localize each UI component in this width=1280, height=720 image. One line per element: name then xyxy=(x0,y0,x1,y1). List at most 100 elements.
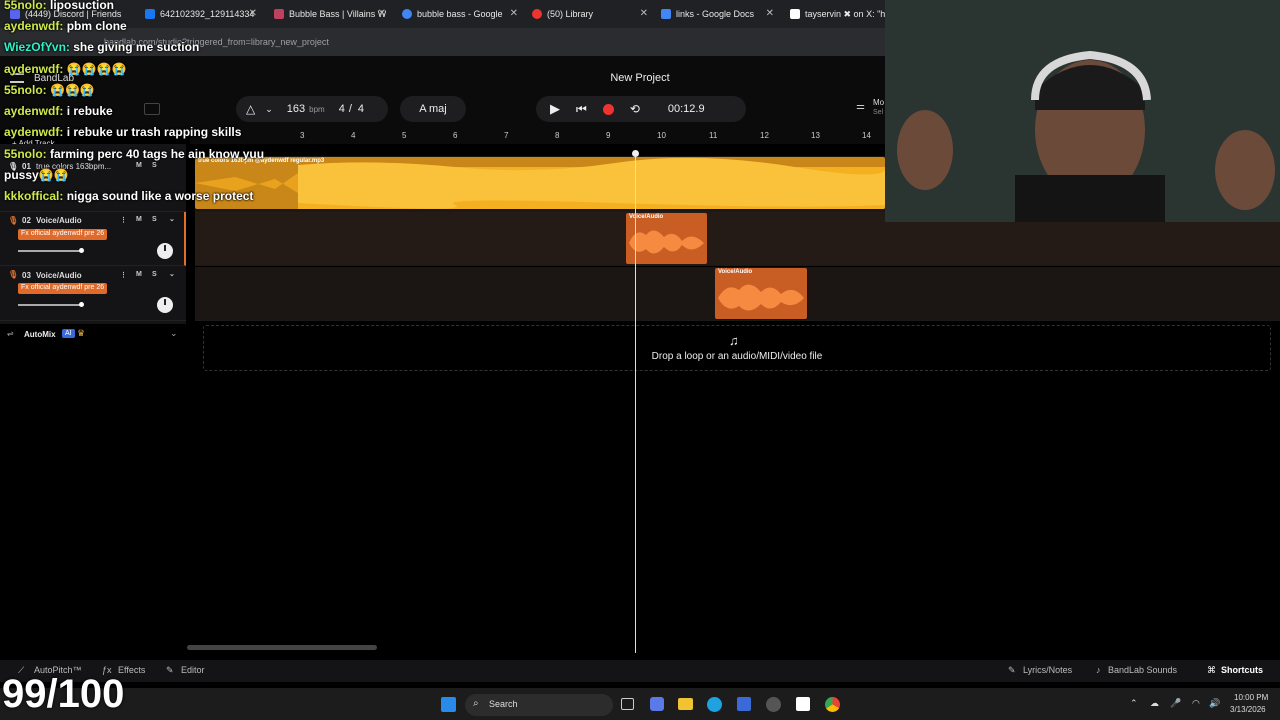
pan-knob[interactable] xyxy=(157,297,173,313)
fx-preset-badge[interactable]: Fx official aydenwdf pre 26 xyxy=(18,283,108,294)
horizontal-scrollbar[interactable] xyxy=(187,645,377,650)
track-header-3[interactable]: 🎙 03 Voice/Audio ⋮ M S ⌄ Fx official ayd… xyxy=(0,267,186,321)
x-icon xyxy=(790,9,800,19)
time-sig-den[interactable]: 4 xyxy=(358,103,364,115)
chat-message: aydenwdf: i rebuke ur trash rapping skil… xyxy=(4,125,242,139)
chevron-down-icon[interactable]: ⌄ xyxy=(169,215,175,223)
mixer-label[interactable]: Mo xyxy=(873,98,884,107)
chevron-down-icon[interactable]: ⌄ xyxy=(169,270,175,278)
play-icon[interactable]: ▶ xyxy=(550,101,560,117)
loop-icon[interactable]: ⟲ xyxy=(630,102,640,116)
solo-button[interactable]: S xyxy=(152,271,157,278)
task-view-icon[interactable] xyxy=(621,698,634,710)
mixer-icon[interactable]: ⚌ xyxy=(856,101,865,112)
record-icon[interactable] xyxy=(602,103,614,115)
bandlab-sounds-button[interactable]: BandLab Sounds xyxy=(1108,665,1177,675)
tab-google-search[interactable]: bubble bass - Google ✕ xyxy=(402,4,518,24)
taskbar-search-label: Search xyxy=(489,699,518,709)
editor-button[interactable]: Editor xyxy=(181,665,205,675)
file-explorer-icon[interactable] xyxy=(678,698,693,710)
automix-row[interactable]: ⇌ AutoMix AI ♛ ⌄ xyxy=(0,325,186,345)
clock-time[interactable]: 10:00 PM xyxy=(1234,693,1268,702)
time-sig-num[interactable]: 4 xyxy=(339,103,345,115)
region-label: Voice/Audio xyxy=(718,269,753,275)
chevron-down-icon[interactable]: ⌄ xyxy=(265,104,273,115)
pan-knob[interactable] xyxy=(157,243,173,259)
tab-bubble-bass[interactable]: Bubble Bass | Villains W ✕ xyxy=(274,4,386,24)
capcut-icon[interactable] xyxy=(796,697,810,711)
tab-library[interactable]: (50) Library ✕ xyxy=(532,4,648,24)
shortcuts-button[interactable]: Shortcuts xyxy=(1221,665,1263,675)
track-header-2[interactable]: 🎙 02 Voice/Audio ⋮ M S ⌄ Fx official ayd… xyxy=(0,212,186,266)
volume-handle[interactable] xyxy=(79,302,84,307)
drop-zone[interactable] xyxy=(203,325,1271,371)
track-header-1[interactable]: 🎙 01 true colors 163bpm... M S xyxy=(0,156,186,212)
edge-icon[interactable] xyxy=(707,697,722,712)
mute-button[interactable]: M xyxy=(136,271,142,278)
start-icon[interactable] xyxy=(441,697,456,712)
mic-tray-icon[interactable]: 🎤 xyxy=(1170,698,1181,709)
copilot-icon[interactable] xyxy=(650,697,664,711)
metronome-icon[interactable]: △ xyxy=(246,102,255,116)
piano-icon[interactable] xyxy=(144,103,160,115)
sounds-icon: ♪ xyxy=(1096,665,1101,675)
mute-button[interactable]: M xyxy=(136,216,142,223)
tempo-value[interactable]: 163 xyxy=(287,103,305,115)
ruler-tick: 8 xyxy=(555,131,560,140)
solo-button[interactable]: S xyxy=(152,216,157,223)
more-icon[interactable]: ⋮ xyxy=(120,216,127,224)
volume-slider[interactable] xyxy=(18,250,83,252)
mute-button[interactable]: M xyxy=(136,162,142,169)
chrome-icon[interactable] xyxy=(825,697,840,712)
tempo-unit: bpm xyxy=(309,104,325,114)
vocal-region-1[interactable]: Voice/Audio xyxy=(626,213,707,264)
key-selector[interactable]: A maj xyxy=(400,96,466,122)
onedrive-icon[interactable]: ☁ xyxy=(1150,698,1159,709)
shortcuts-icon: ⌘ xyxy=(1207,665,1216,675)
close-tab-icon[interactable]: ✕ xyxy=(766,8,774,19)
chat-message: kkkoffical: nigga sound like a worse pro… xyxy=(4,189,254,203)
ruler-tick: 3 xyxy=(300,131,305,140)
fx-preset-badge[interactable]: Fx official aydenwdf pre 26 xyxy=(18,229,108,240)
mixer-sublabel: Sel xyxy=(873,109,884,116)
automix-label: AutoMix xyxy=(24,330,56,339)
tempo-control: △ ⌄ 163 bpm 4 / 4 xyxy=(236,96,388,122)
playhead-handle[interactable] xyxy=(632,150,639,157)
taskbar-search[interactable] xyxy=(465,694,613,716)
beat-waveform xyxy=(195,157,885,209)
chevron-down-icon[interactable]: ⌄ xyxy=(170,328,178,339)
close-tab-icon[interactable]: ✕ xyxy=(378,8,386,19)
playhead[interactable] xyxy=(635,150,636,653)
chevron-up-icon[interactable]: ⌃ xyxy=(1130,698,1138,709)
lyrics-button[interactable]: Lyrics/Notes xyxy=(1023,665,1072,675)
more-icon[interactable]: ⋮ xyxy=(120,271,127,279)
volume-handle[interactable] xyxy=(79,248,84,253)
tab-google-docs[interactable]: links - Google Docs ✕ xyxy=(661,4,774,24)
skip-back-icon[interactable]: ⏮ xyxy=(576,102,587,117)
chat-message: 55nolo: liposuction xyxy=(4,0,115,12)
timeline-ruler[interactable] xyxy=(190,130,890,144)
project-title[interactable]: New Project xyxy=(590,72,690,84)
wifi-icon[interactable]: ◠ xyxy=(1192,698,1200,709)
steam-icon[interactable] xyxy=(766,697,781,712)
wiki-icon xyxy=(274,9,284,19)
track-name[interactable]: Voice/Audio xyxy=(36,216,82,225)
mic-icon: 🎙 xyxy=(8,216,19,225)
screen: (4449) Discord | Friends 642102392_12911… xyxy=(0,0,1280,720)
volume-slider[interactable] xyxy=(18,304,83,306)
tab-x[interactable]: tayservin ✖ on X: "ht xyxy=(790,4,885,24)
solo-button[interactable]: S xyxy=(152,162,157,169)
streamer-video xyxy=(885,0,1280,222)
beat-region[interactable]: true colors 163bpm @aydenwdf regular.mp3 xyxy=(195,157,885,209)
ruler-tick: 6 xyxy=(453,131,458,140)
close-tab-icon[interactable]: ✕ xyxy=(249,8,257,19)
vocal-region-2[interactable]: Voice/Audio xyxy=(715,268,807,319)
track-name[interactable]: Voice/Audio xyxy=(36,271,82,280)
tab-facebook[interactable]: 642102392_129114334 ✕ xyxy=(145,4,257,24)
store-icon[interactable] xyxy=(737,697,751,711)
close-tab-icon[interactable]: ✕ xyxy=(510,8,518,19)
volume-icon[interactable]: 🔊 xyxy=(1209,698,1220,709)
clock-date[interactable]: 3/13/2026 xyxy=(1230,705,1266,714)
chat-message: 55nolo: farming perc 40 tags he ain know… xyxy=(4,147,265,161)
close-tab-icon[interactable]: ✕ xyxy=(640,8,648,19)
